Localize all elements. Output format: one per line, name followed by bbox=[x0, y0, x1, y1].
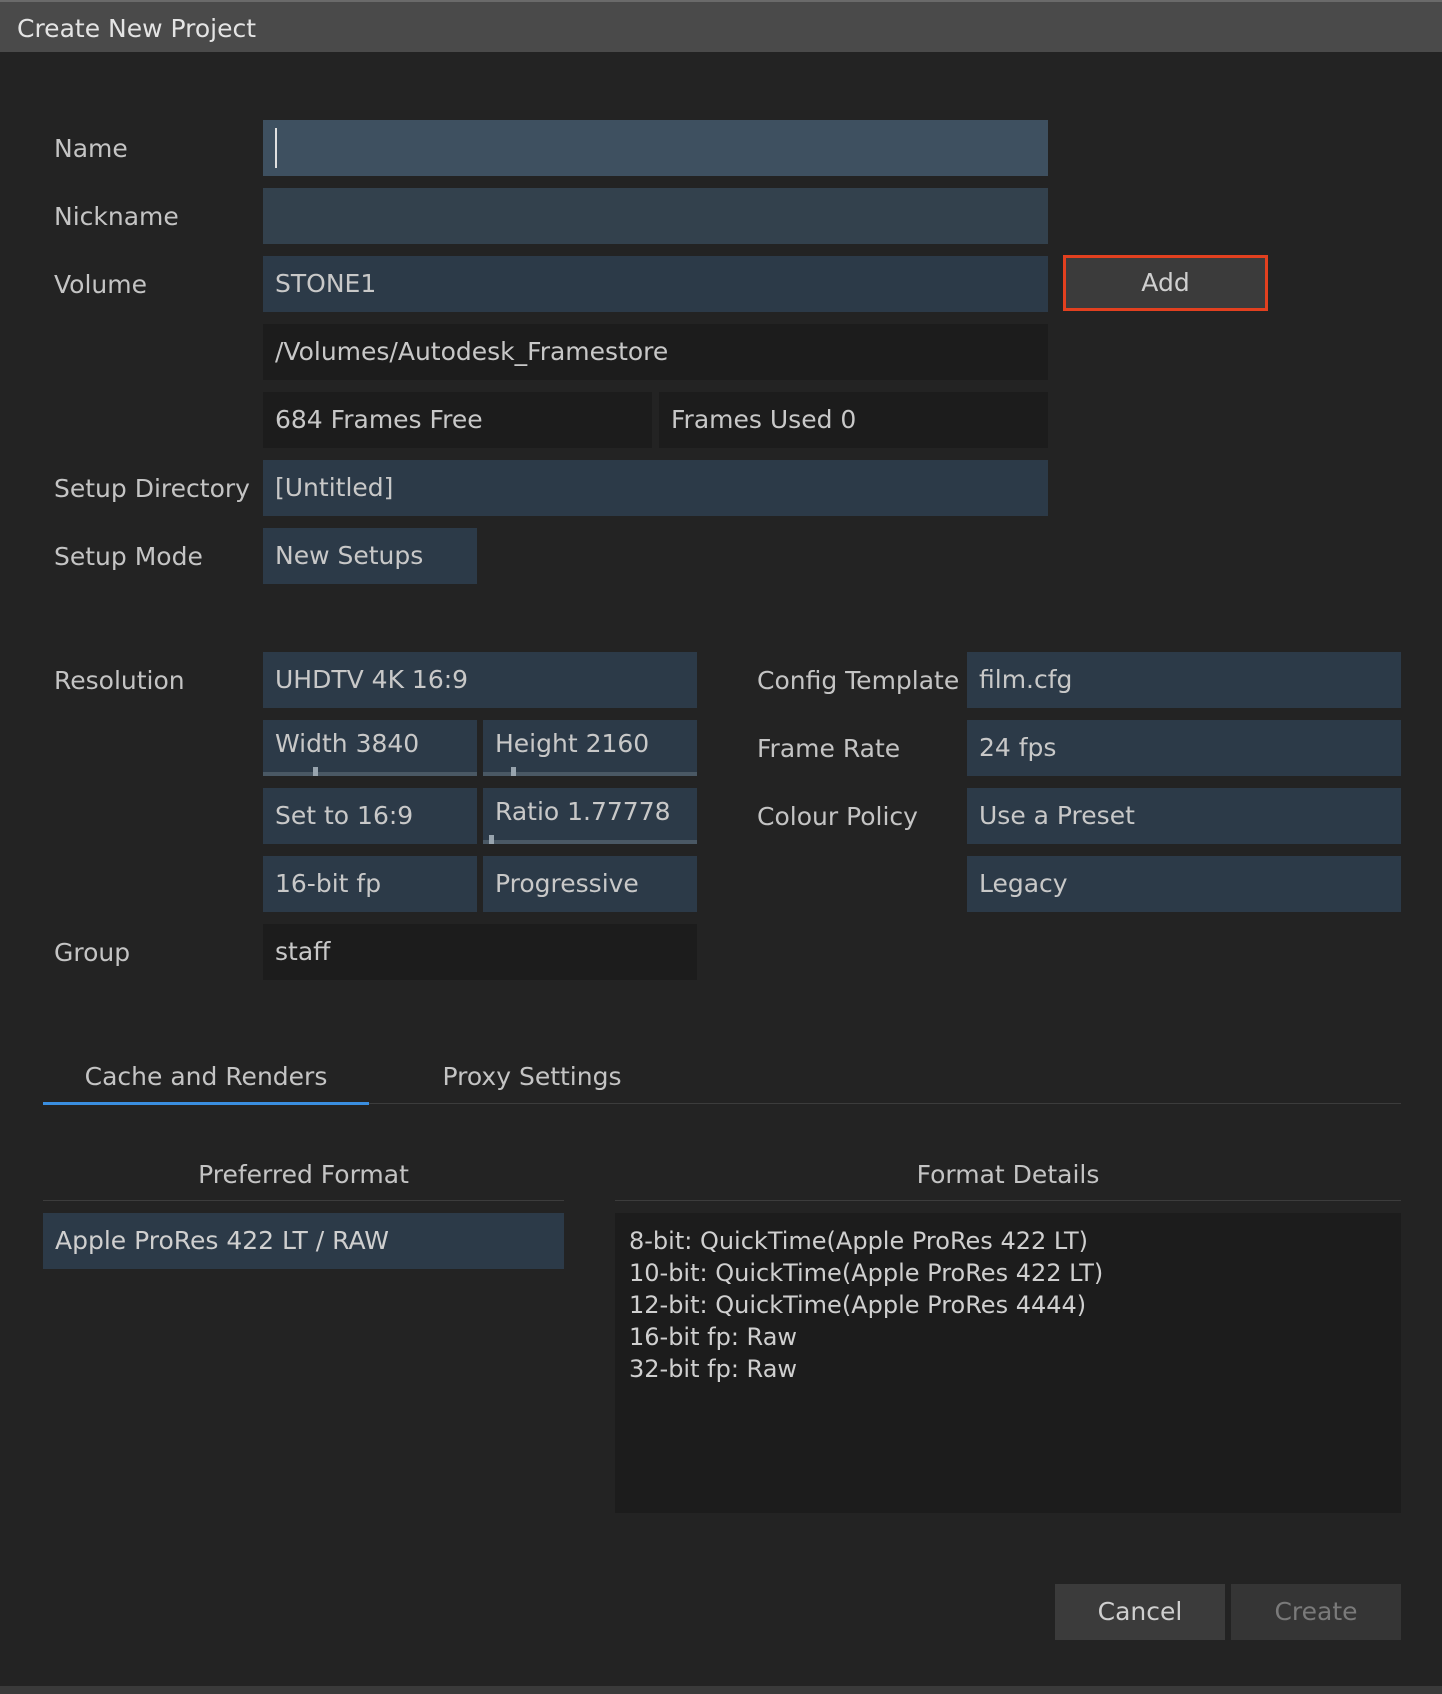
format-list-item-label: Apple ProRes 422 LT / RAW bbox=[55, 1226, 389, 1255]
set-ratio-button[interactable]: Set to 16:9 bbox=[263, 788, 477, 844]
height-slider-field[interactable]: Height 2160 bbox=[483, 720, 697, 776]
height-value: Height 2160 bbox=[495, 729, 650, 758]
volume-value: STONE1 bbox=[275, 269, 377, 298]
setup-mode-label: Setup Mode bbox=[54, 542, 203, 571]
group-field: staff bbox=[263, 924, 697, 980]
setup-directory-value: [Untitled] bbox=[275, 473, 394, 502]
title-bar: Create New Project bbox=[0, 0, 1442, 52]
width-slider-field[interactable]: Width 3840 bbox=[263, 720, 477, 776]
frames-used-field: Frames Used 0 bbox=[659, 392, 1048, 448]
format-list-item[interactable]: Apple ProRes 422 LT / RAW bbox=[43, 1213, 564, 1269]
frames-free-field: 684 Frames Free bbox=[263, 392, 652, 448]
format-detail-line: 10-bit: QuickTime(Apple ProRes 422 LT) bbox=[629, 1259, 1104, 1287]
ratio-slider-track bbox=[483, 840, 697, 844]
colour-policy-select[interactable]: Use a Preset bbox=[967, 788, 1401, 844]
window-title: Create New Project bbox=[17, 14, 257, 43]
frames-used-value: Frames Used 0 bbox=[671, 405, 857, 434]
volume-path-value: /Volumes/Autodesk_Framestore bbox=[275, 337, 669, 366]
create-project-dialog: Name Nickname Volume STONE1 Add /Volumes… bbox=[0, 52, 1442, 1686]
format-details-box: 8-bit: QuickTime(Apple ProRes 422 LT) 10… bbox=[615, 1213, 1401, 1513]
scan-mode-select[interactable]: Progressive bbox=[483, 856, 697, 912]
tab-cache-and-renders[interactable]: Cache and Renders bbox=[43, 1062, 369, 1091]
width-slider-track bbox=[263, 772, 477, 776]
format-detail-line: 32-bit fp: Raw bbox=[629, 1355, 798, 1383]
active-tab-indicator bbox=[43, 1102, 369, 1105]
frame-rate-label: Frame Rate bbox=[757, 734, 901, 763]
setup-mode-select[interactable]: New Setups bbox=[263, 528, 477, 584]
setup-directory-label: Setup Directory bbox=[54, 474, 250, 503]
create-button[interactable]: Create bbox=[1231, 1584, 1401, 1640]
bit-depth-select[interactable]: 16-bit fp bbox=[263, 856, 477, 912]
width-slider-thumb[interactable] bbox=[313, 767, 318, 776]
preferred-format-divider bbox=[43, 1200, 564, 1201]
ratio-slider-thumb[interactable] bbox=[489, 835, 494, 844]
resolution-preset-select[interactable]: UHDTV 4K 16:9 bbox=[263, 652, 697, 708]
resolution-preset-value: UHDTV 4K 16:9 bbox=[275, 665, 469, 694]
config-template-label: Config Template bbox=[757, 666, 960, 695]
tab-proxy-settings[interactable]: Proxy Settings bbox=[369, 1062, 695, 1091]
group-label: Group bbox=[54, 938, 131, 967]
cancel-button[interactable]: Cancel bbox=[1055, 1584, 1225, 1640]
frame-rate-select[interactable]: 24 fps bbox=[967, 720, 1401, 776]
colour-preset-value: Legacy bbox=[979, 869, 1068, 898]
format-detail-line: 12-bit: QuickTime(Apple ProRes 4444) bbox=[629, 1291, 1087, 1319]
format-detail-line: 16-bit fp: Raw bbox=[629, 1323, 798, 1351]
setup-directory-input[interactable]: [Untitled] bbox=[263, 460, 1048, 516]
setup-mode-value: New Setups bbox=[275, 541, 424, 570]
name-label: Name bbox=[54, 134, 128, 163]
width-value: Width 3840 bbox=[275, 729, 420, 758]
config-template-select[interactable]: film.cfg bbox=[967, 652, 1401, 708]
name-input[interactable] bbox=[263, 120, 1048, 176]
colour-preset-select[interactable]: Legacy bbox=[967, 856, 1401, 912]
nickname-input[interactable] bbox=[263, 188, 1048, 244]
format-details-header: Format Details bbox=[916, 1160, 1100, 1189]
frames-free-value: 684 Frames Free bbox=[275, 405, 483, 434]
volume-label: Volume bbox=[54, 270, 147, 299]
bottom-frame-edge bbox=[0, 1686, 1442, 1694]
volume-path-field: /Volumes/Autodesk_Framestore bbox=[263, 324, 1048, 380]
group-value: staff bbox=[275, 937, 331, 966]
tab-proxy-settings-label: Proxy Settings bbox=[442, 1062, 622, 1091]
add-volume-button[interactable]: Add bbox=[1063, 255, 1268, 311]
text-caret bbox=[275, 128, 277, 168]
colour-policy-label: Colour Policy bbox=[757, 802, 918, 831]
bit-depth-value: 16-bit fp bbox=[275, 869, 382, 898]
config-template-value: film.cfg bbox=[979, 665, 1073, 694]
volume-select[interactable]: STONE1 bbox=[263, 256, 1048, 312]
colour-policy-value: Use a Preset bbox=[979, 801, 1135, 830]
scan-mode-value: Progressive bbox=[495, 869, 639, 898]
format-detail-line: 8-bit: QuickTime(Apple ProRes 422 LT) bbox=[629, 1227, 1088, 1255]
frame-rate-value: 24 fps bbox=[979, 733, 1057, 762]
set-ratio-label: Set to 16:9 bbox=[275, 801, 414, 830]
ratio-slider-field[interactable]: Ratio 1.77778 bbox=[483, 788, 697, 844]
tab-cache-and-renders-label: Cache and Renders bbox=[84, 1062, 328, 1091]
ratio-value: Ratio 1.77778 bbox=[495, 797, 671, 826]
resolution-label: Resolution bbox=[54, 666, 185, 695]
format-details-divider bbox=[615, 1200, 1401, 1201]
nickname-label: Nickname bbox=[54, 202, 179, 231]
height-slider-thumb[interactable] bbox=[511, 767, 516, 776]
preferred-format-header: Preferred Format bbox=[198, 1160, 409, 1189]
